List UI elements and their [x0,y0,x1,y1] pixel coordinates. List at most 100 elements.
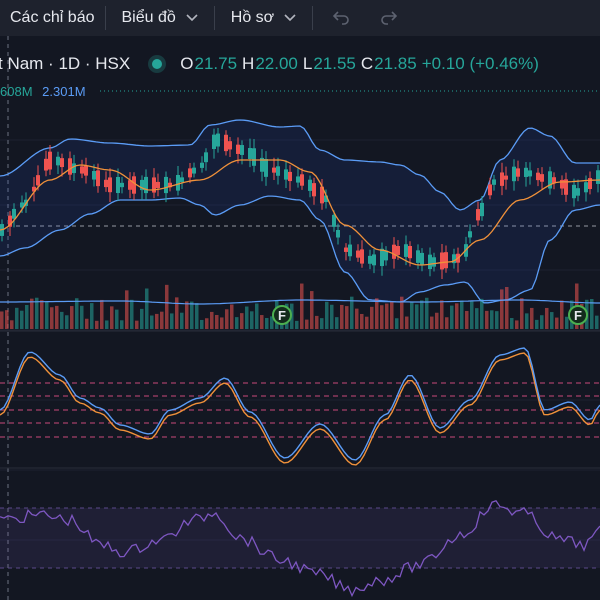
volume-bar [190,301,194,329]
candle-body [204,152,208,163]
volume-bar [35,297,39,329]
candle-body [48,151,52,170]
volume-bar [380,305,384,329]
undo-icon[interactable] [313,10,365,26]
volume-bar [40,300,44,329]
indicators-button[interactable]: Các chỉ báo [0,0,105,36]
candle-body [560,179,564,189]
volume-bar [345,306,349,329]
candle-body [432,257,436,267]
volume-bar [460,300,464,329]
candle-body [360,249,364,264]
profile-label: Hồ sơ [230,9,275,26]
candle-body [252,148,256,166]
high-value: 22.00 [255,54,298,73]
chevron-down-icon [284,14,296,22]
candle-body [228,141,232,150]
volume-bar [565,316,569,329]
redo-icon[interactable] [365,10,413,26]
volume-legend: 608M 2.301M [0,84,86,99]
volume-bar [315,315,319,329]
volume-bar [490,310,494,329]
volume-bar [165,284,169,329]
volume-bar [500,289,504,329]
volume-bar [205,318,209,329]
volume-bar [360,313,364,329]
candle-body [164,176,168,194]
candle-body [468,231,472,238]
volume-bar [505,287,509,329]
volume-bar [125,290,129,329]
symbol-name: t Nam · 1D · HSX [0,54,131,73]
volume-bar [25,304,29,329]
volume-bar [510,318,514,329]
volume-bar [30,298,34,329]
volume-bar [170,313,174,329]
indicators-label: Các chỉ báo [10,9,95,26]
candle-body [80,166,84,174]
volume-bar [160,311,164,329]
volume-bar [15,307,19,329]
volume-bar [540,315,544,329]
close-label: C [360,54,374,73]
price-chart[interactable]: FF [0,36,600,600]
chart-app: Các chỉ báo Biểu đồ Hồ sơ FF t Nam · 1D … [0,0,600,600]
volume-bar [105,320,109,329]
candle-body [68,158,72,175]
volume-bar [200,319,204,329]
volume-bar [240,313,244,329]
volume-bar [130,299,134,329]
candle-body [300,174,304,186]
volume-bar [415,304,419,329]
volume-bar [530,307,534,329]
volume-bar [215,314,219,329]
volume-bar [255,303,259,329]
candle-body [480,202,484,217]
chart-type-button[interactable]: Biểu đồ [106,0,208,36]
volume-bar [0,311,4,329]
event-marker-label: F [574,308,582,323]
volume-bar [60,311,64,329]
volume-bar [185,301,189,329]
volume-bar [455,303,459,329]
volume-bar [175,297,179,329]
volume-bar [95,320,99,329]
volume-bar [335,317,339,329]
volume-bar [300,283,304,329]
candle-body [92,171,96,180]
change-value: +0.10 (+0.46%) [421,54,539,73]
volume-bar [75,298,79,329]
candle-body [264,158,268,177]
volume-bar [545,307,549,329]
candle-body [192,167,196,174]
open-label: O [180,54,194,73]
volume-bar [135,320,139,329]
top-toolbar: Các chỉ báo Biểu đồ Hồ sơ [0,0,600,36]
volume-bar [420,300,424,329]
high-label: H [242,54,255,73]
market-status-dot [152,59,163,69]
candle-body [416,250,420,263]
candle-body [188,168,192,178]
volume-bar [445,317,449,329]
volume-bar [295,320,299,329]
volume-bar [515,320,519,329]
profile-button[interactable]: Hồ sơ [215,0,306,36]
low-value: 21.55 [313,54,356,73]
volume-bar [10,320,14,329]
volume-bar [5,310,9,329]
volume-bar [480,298,484,329]
volume-bar [405,316,409,329]
candle-body [540,174,544,182]
candle-body [380,248,384,267]
volume-bar [245,306,249,329]
volume-bar [210,311,214,329]
candle-body [404,244,408,257]
candle-body [36,175,40,186]
candle-body [528,170,532,177]
oscillator-signal-line [0,352,600,466]
candle-body [284,169,288,180]
candle-body [476,209,480,221]
volume-bar [220,317,224,329]
chart-type-label: Biểu đồ [121,9,176,26]
